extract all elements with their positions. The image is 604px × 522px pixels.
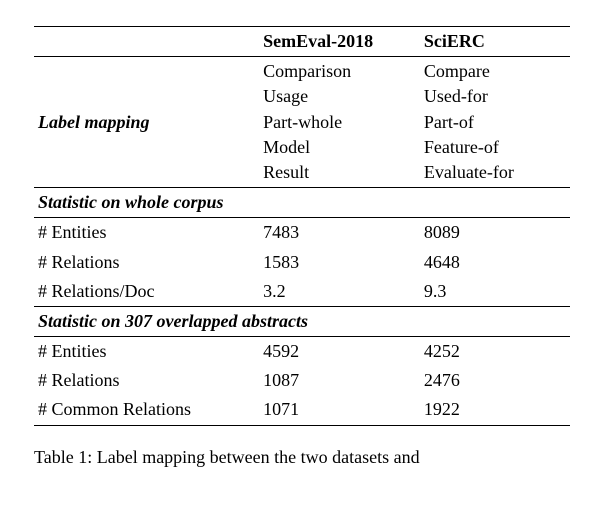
- table-row: # Relations 1583 4648: [34, 248, 570, 277]
- section-whole-header: Statistic on whole corpus: [34, 188, 570, 218]
- mapping-item: Compare: [424, 59, 566, 84]
- metric-v1: 7483: [259, 218, 420, 248]
- metric-v1: 1583: [259, 248, 420, 277]
- mapping-item: Part-whole: [263, 110, 416, 135]
- metric-label: # Common Relations: [34, 395, 259, 425]
- metric-v1: 1071: [259, 395, 420, 425]
- metric-v2: 1922: [420, 395, 570, 425]
- mapping-item: Result: [263, 160, 416, 185]
- mapping-item: Used-for: [424, 84, 566, 109]
- header-col-semeval: SemEval-2018: [259, 27, 420, 57]
- table-row: # Entities 7483 8089: [34, 218, 570, 248]
- metric-v1: 4592: [259, 337, 420, 367]
- metric-v2: 9.3: [420, 277, 570, 307]
- mapping-item: Model: [263, 135, 416, 160]
- header-blank: [34, 27, 259, 57]
- table-row: # Entities 4592 4252: [34, 337, 570, 367]
- mapping-item: Evaluate-for: [424, 160, 566, 185]
- mapping-item: Part-of: [424, 110, 566, 135]
- section-title: Statistic on whole corpus: [34, 188, 570, 218]
- label-mapping-semeval: Comparison Usage Part-whole Model Result: [259, 57, 420, 188]
- metric-label: # Entities: [34, 218, 259, 248]
- metric-label: # Relations: [34, 248, 259, 277]
- label-mapping-scierc: Compare Used-for Part-of Feature-of Eval…: [420, 57, 570, 188]
- section-title: Statistic on 307 overlapped abstracts: [34, 306, 570, 336]
- table-row: # Relations 1087 2476: [34, 366, 570, 395]
- metric-v1: 3.2: [259, 277, 420, 307]
- mapping-item: Feature-of: [424, 135, 566, 160]
- table-row: # Relations/Doc 3.2 9.3: [34, 277, 570, 307]
- header-row: SemEval-2018 SciERC: [34, 27, 570, 57]
- header-col-scierc: SciERC: [420, 27, 570, 57]
- metric-v2: 2476: [420, 366, 570, 395]
- mapping-item: Usage: [263, 84, 416, 109]
- metric-label: # Relations/Doc: [34, 277, 259, 307]
- page-container: SemEval-2018 SciERC Label mapping Compar…: [0, 0, 604, 522]
- mapping-item: Comparison: [263, 59, 416, 84]
- label-mapping-row: Label mapping Comparison Usage Part-whol…: [34, 57, 570, 188]
- metric-label: # Relations: [34, 366, 259, 395]
- table-caption: Table 1: Label mapping between the two d…: [34, 444, 570, 470]
- metric-v1: 1087: [259, 366, 420, 395]
- metric-v2: 8089: [420, 218, 570, 248]
- metric-v2: 4252: [420, 337, 570, 367]
- metric-v2: 4648: [420, 248, 570, 277]
- table-row: # Common Relations 1071 1922: [34, 395, 570, 425]
- label-mapping-title: Label mapping: [34, 57, 259, 188]
- section-overlap-header: Statistic on 307 overlapped abstracts: [34, 306, 570, 336]
- data-table: SemEval-2018 SciERC Label mapping Compar…: [34, 26, 570, 426]
- metric-label: # Entities: [34, 337, 259, 367]
